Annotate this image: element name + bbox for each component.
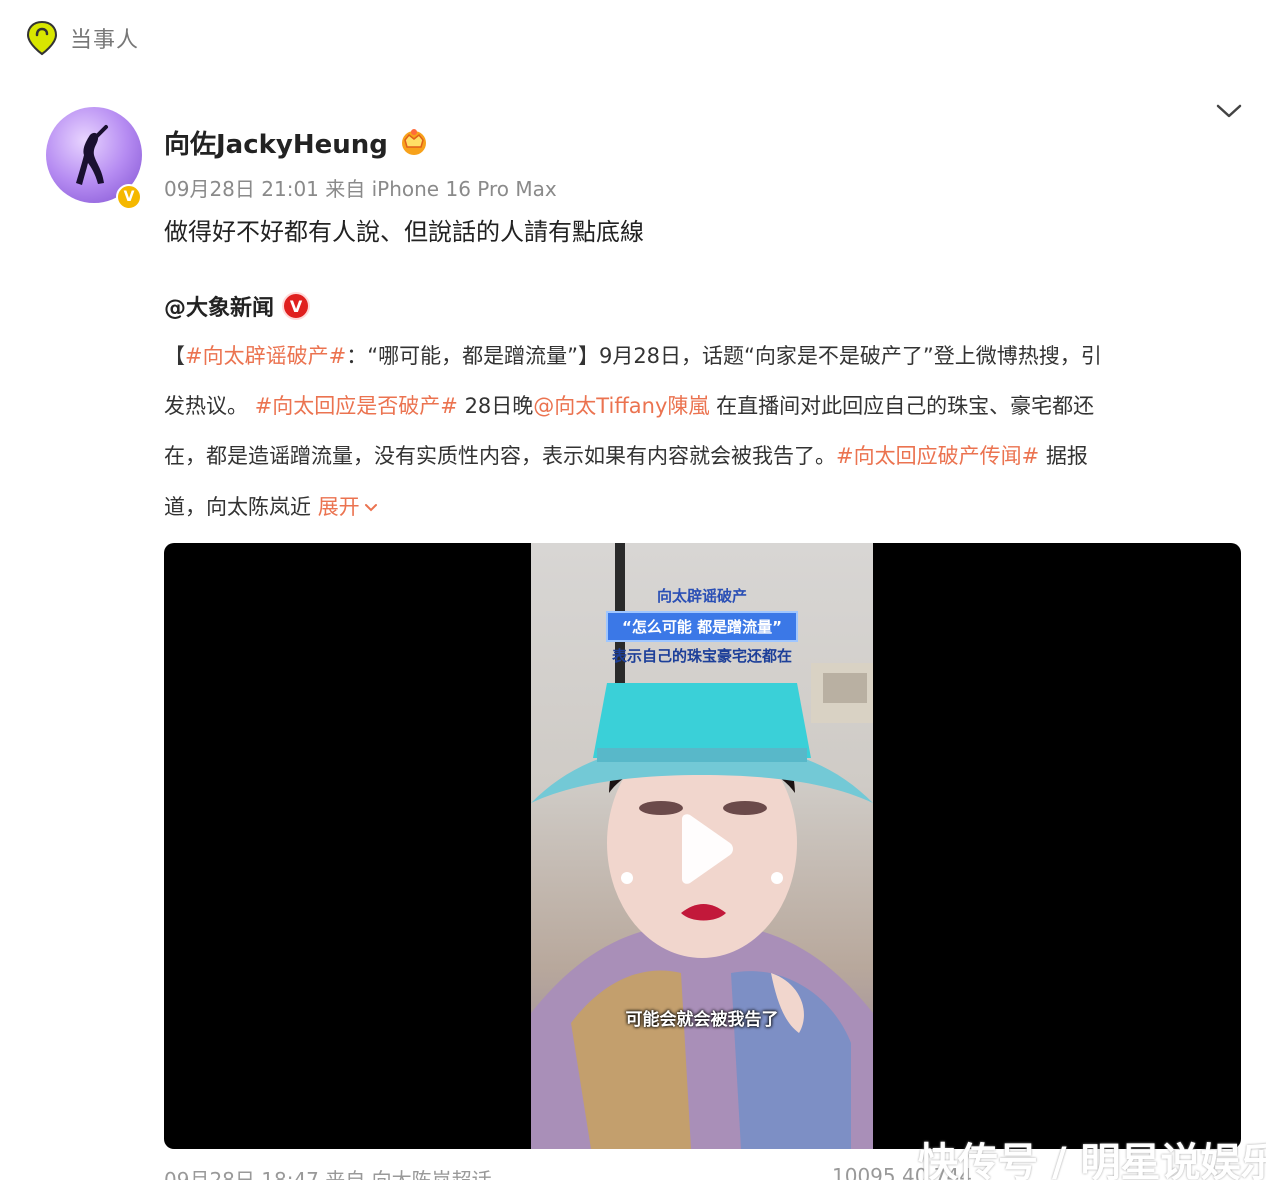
repost-text: 在直播间对此回应自己的珠宝、豪宅都还 [709,394,1095,418]
user-name[interactable]: 向佐JackyHeung [164,124,388,161]
video-caption-quote-text: “怎么可能 都是蹭流量” [606,611,798,642]
chevron-down-icon[interactable] [1214,100,1244,122]
repost-text: ：“哪可能，都是蹭流量”】9月28日，话题“向家是不是破产了”登上微博热搜，引 [346,344,1102,368]
repost-line-4: 道，向太陈岚近 展开 [164,491,379,521]
hashtag-link[interactable]: #向太回应破产传闻# [836,444,1039,468]
chevron-down-icon [364,504,377,512]
repost-line-3: 在，都是造谣蹭流量，没有实质性内容，表示如果有内容就会被我告了。#向太回应破产传… [164,440,1088,470]
bracket: 【 [164,344,185,368]
repost-line-1: 【#向太辟谣破产#：“哪可能，都是蹭流量”】9月28日，话题“向家是不是破产了”… [164,340,1102,370]
verified-v-icon: V [282,292,311,320]
repost-author-name[interactable]: @大象新闻 [164,290,274,322]
location-pin-icon [26,20,58,56]
hashtag-link[interactable]: #向太回应是否破产# [255,394,458,418]
verified-badge: V [116,184,142,210]
repost-footer-meta: 09月28日 18:47 来自 向太陈岚超话 [164,1168,492,1180]
expand-label: 展开 [317,495,360,519]
video-subtitle: 可能会就会被我告了 [625,1010,779,1030]
play-icon[interactable] [672,813,736,885]
video-player[interactable]: 向太辟谣破产 “怎么可能 都是蹭流量” 表示自己的珠宝豪宅还都在 可能会就会被我… [164,543,1241,1149]
mention-link[interactable]: @向太Tiffany陳嵐 [533,394,709,418]
expand-link[interactable]: 展开 [318,495,379,519]
crown-icon [398,126,430,156]
repost-text: 发热议。 [164,394,248,418]
video-caption-title: 向太辟谣破产 [656,587,747,605]
hashtag-link[interactable]: #向太辟谣破产# [185,344,346,368]
video-caption-sub: 表示自己的珠宝豪宅还都在 [611,647,792,665]
repost-text: 在，都是造谣蹭流量，没有实质性内容，表示如果有内容就会被我告了。 [164,444,836,468]
repost-text: 据报 [1039,444,1088,468]
post-text: 做得好不好都有人說、但說話的人請有點底線 [164,218,644,246]
repost-line-2: 发热议。 #向太回应是否破产# 28日晚@向太Tiffany陳嵐 在直播间对此回… [164,390,1094,420]
repost-author[interactable]: @大象新闻 V [164,290,311,322]
topic-bar[interactable]: 当事人 [26,20,139,56]
watermark: 快传号 / 明星说娱乐 [918,1140,1266,1180]
repost-text: 道，向太陈岚近 [164,495,311,519]
video-caption-quote: “怎么可能 都是蹭流量” [531,611,873,642]
topic-label: 当事人 [70,28,140,53]
post-meta: 09月28日 21:01 来自 iPhone 16 Pro Max [164,177,557,201]
repost-text: 28日晚 [457,394,534,418]
